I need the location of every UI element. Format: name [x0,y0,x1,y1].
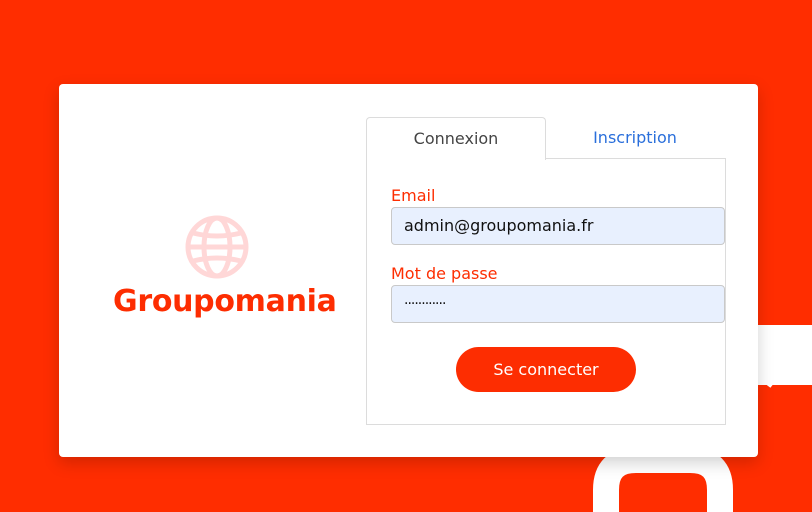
tab-inscription[interactable]: Inscription [545,117,725,159]
login-card: Groupomania Connexion Inscription Email … [59,84,758,457]
tab-connexion[interactable]: Connexion [366,117,546,160]
email-label: Email [391,186,436,205]
brand-block: Groupomania [113,214,337,319]
globe-icon [185,215,249,279]
password-label: Mot de passe [391,264,498,283]
email-field[interactable]: admin@groupomania.fr [391,207,725,245]
login-button[interactable]: Se connecter [456,347,636,392]
brand-name: Groupomania [113,284,337,319]
login-form: Email admin@groupomania.fr Mot de passe … [366,158,726,425]
password-field[interactable]: ············ [391,285,725,323]
